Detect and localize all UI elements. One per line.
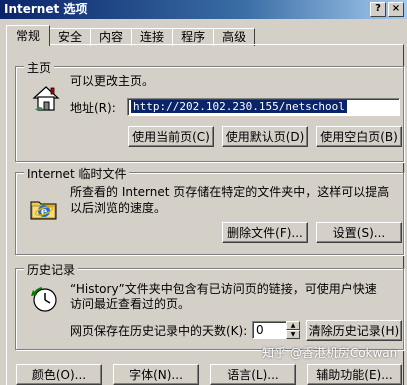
home-icon xyxy=(32,86,60,111)
tab-general[interactable]: 常规 xyxy=(6,25,51,46)
temp-files-description-2: 以后浏览的速度。 xyxy=(70,201,167,215)
window-title: Internet 选项 xyxy=(4,2,88,16)
tab-strip: 常规 安全 内容 连接 程序 高级 xyxy=(6,25,256,46)
address-value: http://202.102.230.155/netschool xyxy=(131,100,347,113)
temp-files-description-1: 所查看的 Internet 页存储在特定的文件夹中，这样可以提高 xyxy=(70,185,390,199)
watermark-text: 知乎 @香港机房Cokwan xyxy=(262,346,398,360)
history-days-label: 网页保存在历史记录中的天数(K): xyxy=(70,324,248,338)
clear-history-button[interactable]: 清除历史记录(H) xyxy=(306,320,402,341)
title-bar: Internet 选项 ? × xyxy=(0,0,407,19)
history-days-spinner[interactable]: ▲ ▼ xyxy=(286,321,300,339)
history-days-value: 0 xyxy=(256,323,264,337)
homepage-group-label: 主页 xyxy=(24,59,55,76)
ie-folder-icon: e xyxy=(30,201,57,220)
spin-down-icon[interactable]: ▼ xyxy=(286,330,300,339)
use-blank-button[interactable]: 使用空白页(B) xyxy=(316,126,402,147)
history-description-1: “History”文件夹中包含有已访问页的链接，可使用户快速 xyxy=(70,282,377,296)
use-current-button[interactable]: 使用当前页(C) xyxy=(128,126,214,147)
spin-up-icon[interactable]: ▲ xyxy=(286,321,300,330)
history-description-2: 访问最近查看过的页。 xyxy=(70,297,191,311)
delete-files-button[interactable]: 删除文件(F)... xyxy=(222,222,308,243)
fonts-button[interactable]: 字体(N)... xyxy=(113,364,199,385)
address-label: 地址(R): xyxy=(70,101,116,115)
colors-button[interactable]: 颜色(O)... xyxy=(16,364,102,385)
history-days-input[interactable]: 0 xyxy=(252,321,288,339)
address-input[interactable]: http://202.102.230.155/netschool xyxy=(127,98,400,116)
languages-button[interactable]: 语言(L)... xyxy=(210,364,296,385)
history-clock-icon xyxy=(31,287,57,312)
help-button[interactable]: ? xyxy=(370,2,386,17)
accessibility-button[interactable]: 辅助功能(E)... xyxy=(307,364,402,385)
homepage-description: 可以更改主页。 xyxy=(70,74,155,88)
temp-files-group-label: Internet 临时文件 xyxy=(24,165,130,182)
history-group-label: 历史记录 xyxy=(24,261,79,278)
close-button[interactable]: × xyxy=(388,2,404,17)
use-default-button[interactable]: 使用默认页(D) xyxy=(222,126,308,147)
settings-button[interactable]: 设置(S)... xyxy=(316,222,402,243)
